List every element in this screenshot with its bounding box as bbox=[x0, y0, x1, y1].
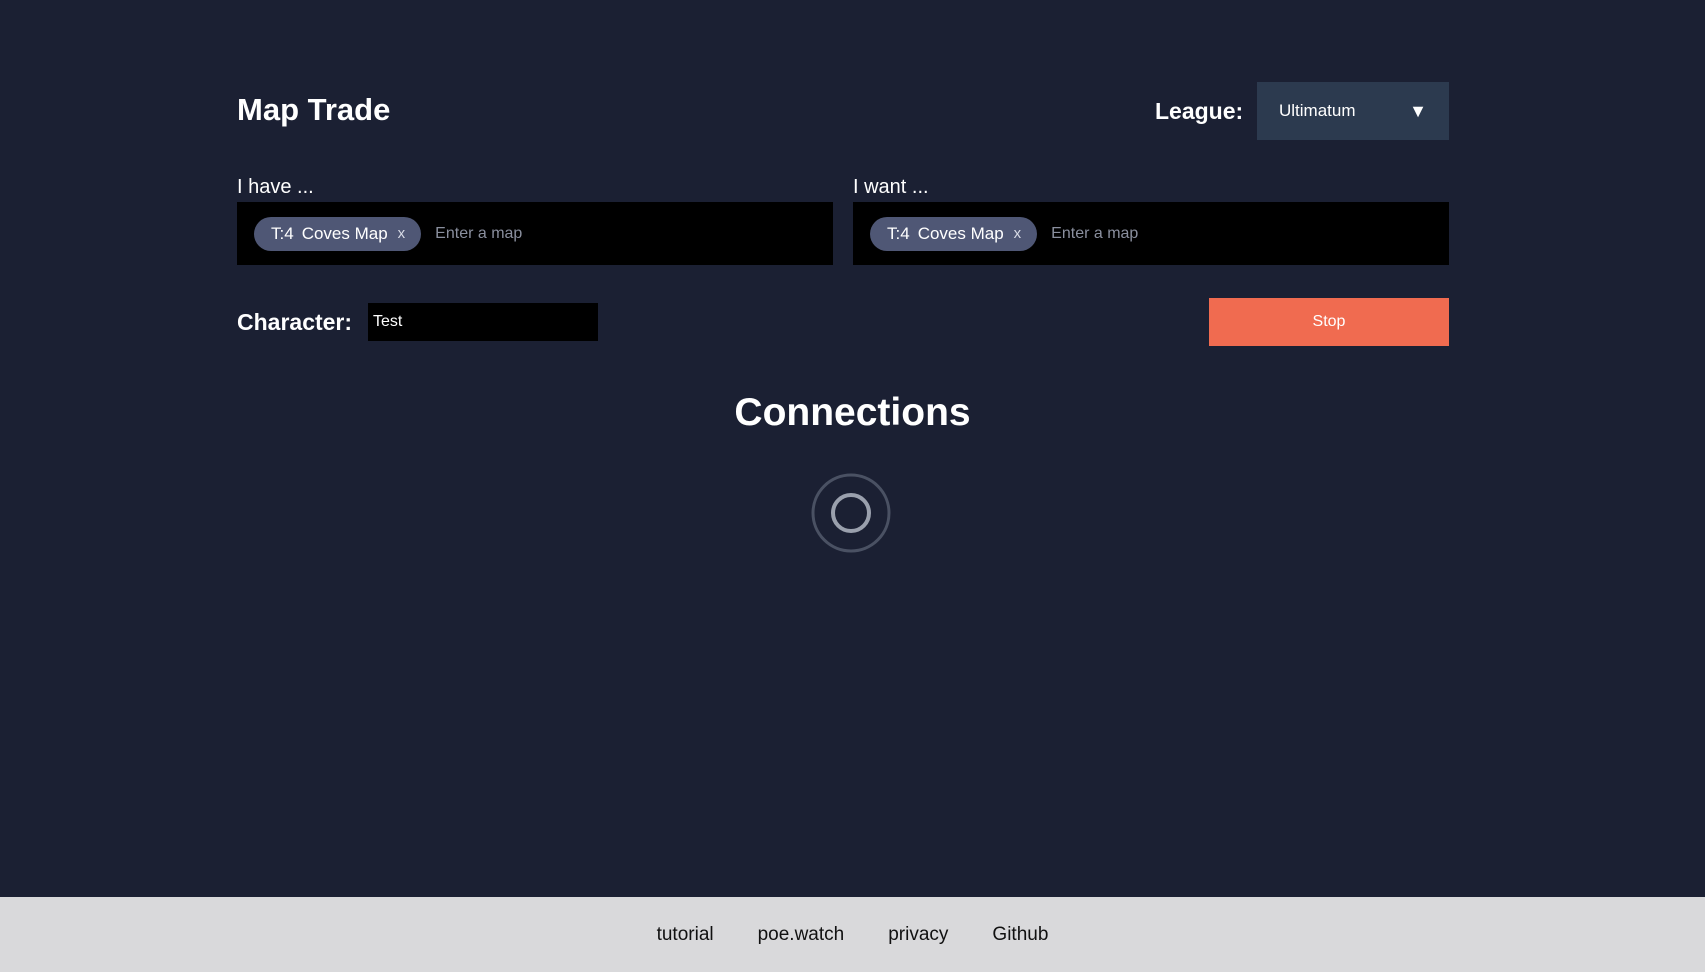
loading-spinner-icon bbox=[811, 473, 891, 553]
have-label: I have ... bbox=[237, 176, 314, 198]
connections-title: Connections bbox=[734, 391, 971, 434]
want-label: I want ... bbox=[853, 176, 929, 198]
footer: tutorial poe.watch privacy Github bbox=[0, 897, 1705, 972]
footer-link-github[interactable]: Github bbox=[992, 924, 1048, 946]
triangle-down-icon: ▼ bbox=[1409, 101, 1427, 121]
want-map-input-box[interactable]: T:4 Coves Map x bbox=[853, 202, 1449, 265]
tag-map-name: Coves Map bbox=[301, 223, 388, 243]
page-title: Map Trade bbox=[237, 92, 391, 127]
character-input[interactable] bbox=[368, 303, 598, 341]
tag-tier: T:4 bbox=[271, 223, 294, 243]
footer-link-tutorial[interactable]: tutorial bbox=[657, 924, 714, 946]
want-map-tag: T:4 Coves Map x bbox=[870, 216, 1038, 251]
tag-tier: T:4 bbox=[887, 223, 910, 243]
footer-link-poe-watch[interactable]: poe.watch bbox=[758, 924, 845, 946]
remove-tag-icon[interactable]: x bbox=[1014, 225, 1022, 242]
league-selected-value: Ultimatum bbox=[1279, 101, 1356, 120]
character-label: Character: bbox=[237, 309, 353, 335]
have-map-input[interactable] bbox=[433, 217, 816, 250]
league-select[interactable]: Ultimatum ▼ bbox=[1257, 82, 1449, 140]
stop-button[interactable]: Stop bbox=[1209, 298, 1449, 346]
tag-map-name: Coves Map bbox=[917, 223, 1004, 243]
league-label: League: bbox=[1155, 98, 1244, 124]
want-map-input[interactable] bbox=[1049, 217, 1432, 250]
have-map-input-box[interactable]: T:4 Coves Map x bbox=[237, 202, 833, 265]
remove-tag-icon[interactable]: x bbox=[398, 225, 406, 242]
footer-link-privacy[interactable]: privacy bbox=[888, 924, 948, 946]
have-map-tag: T:4 Coves Map x bbox=[254, 216, 422, 251]
